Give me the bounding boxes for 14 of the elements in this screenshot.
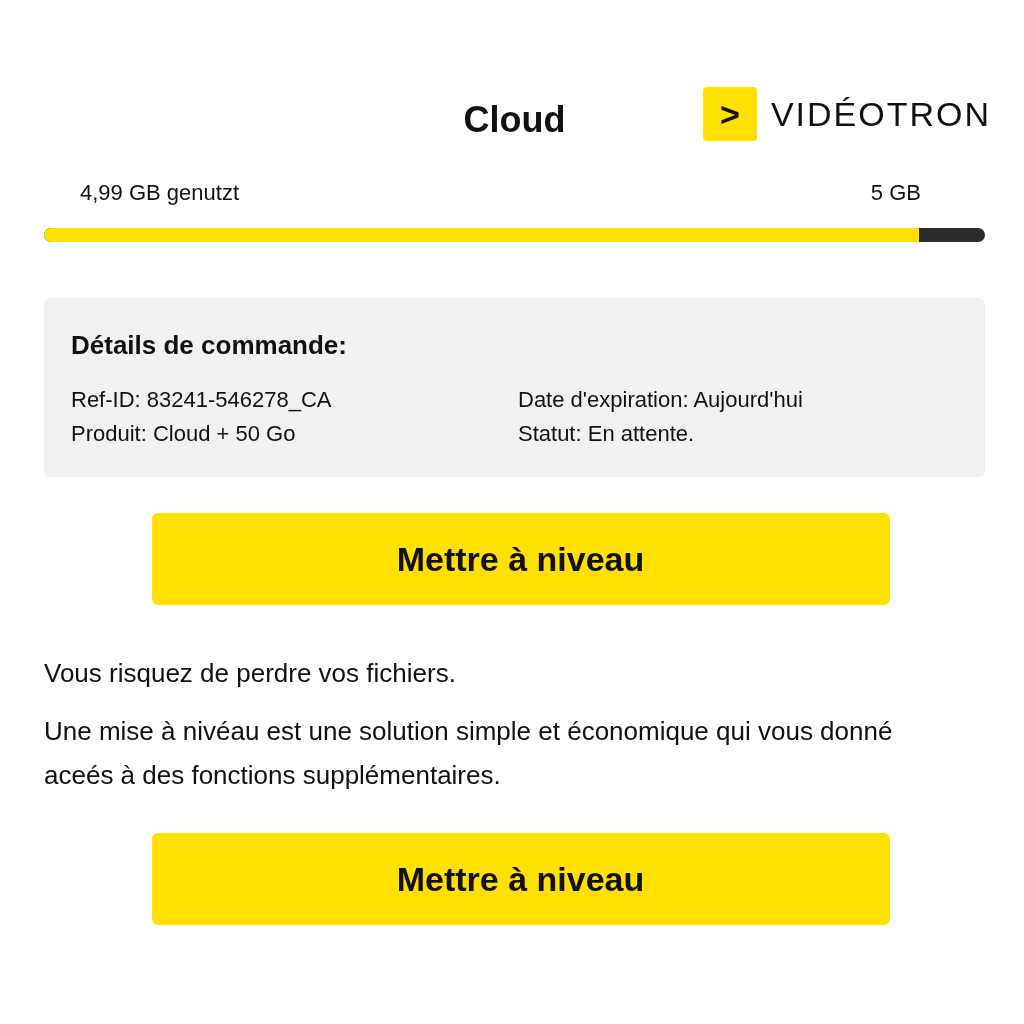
detail-text: Ref-ID: 83241-546278_CA [71,387,333,413]
upgrade-button[interactable]: Mettre à niveau [151,513,890,605]
used-storage-label: 4,99 GB genutzt [80,180,239,206]
card-heading: Détails de commande: [71,330,348,361]
upgrade-button[interactable]: Mettre à niveau [151,833,890,925]
detail-text: Statut: En attente. [518,421,696,447]
message-text: Vous risquez de perdre vos fichiers. [44,657,457,690]
message-text: Une mise à nivéau est une solution simple et économique qui vous donné aceés à des fonctions supplémentaires. [44,715,894,792]
logo-text: VIDÉOTRON [770,94,991,134]
logo-mark: > [702,87,757,141]
total-storage-label: 5 GB [870,180,921,206]
page-title: Cloud [463,99,566,141]
detail-text: Produit: Cloud + 50 Go [71,421,297,447]
detail-text: Date d'expiration: Aujourd'hui [518,387,804,413]
